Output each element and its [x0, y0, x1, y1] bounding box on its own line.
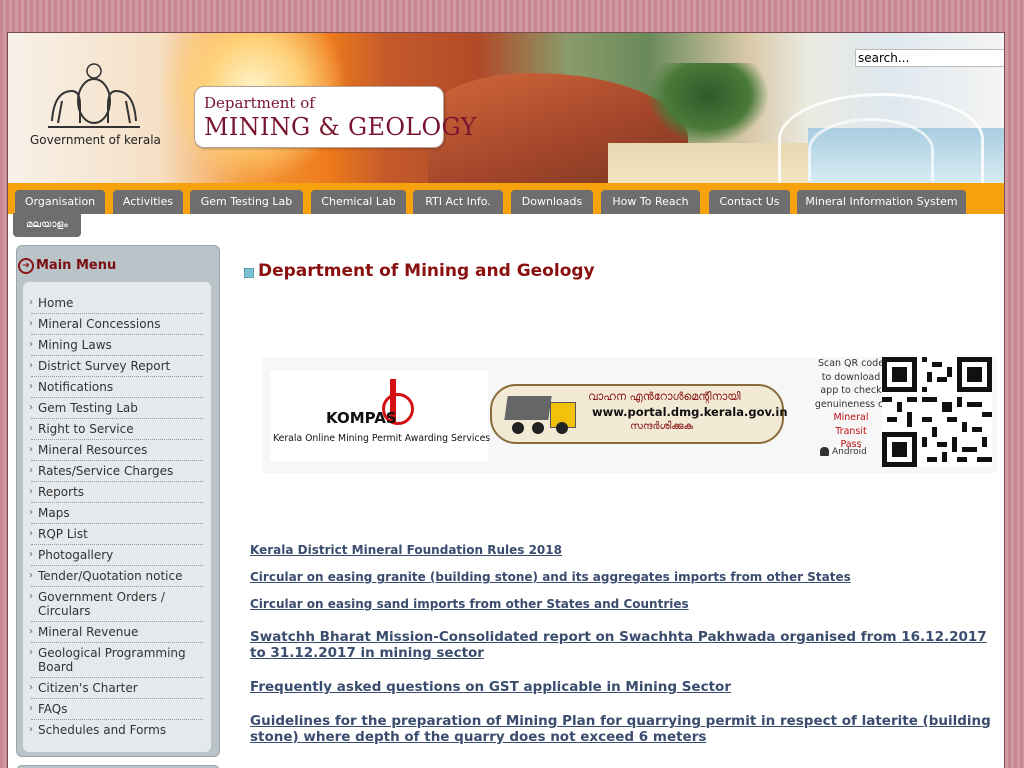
bullet-icon: ›	[29, 703, 33, 714]
bullet-icon: ›	[29, 360, 33, 371]
qr-code-icon[interactable]	[882, 357, 992, 467]
swirl-decoration-2	[808, 118, 934, 181]
truck-wheel	[556, 422, 568, 434]
bullet-icon: ›	[29, 297, 33, 308]
palm-graphic	[648, 63, 768, 143]
bullet-icon: ›	[29, 486, 33, 497]
sidebar-item-maps[interactable]: › Maps	[29, 506, 203, 524]
truck-wheel	[512, 422, 524, 434]
tab-gem-testing-lab[interactable]: Gem Testing Lab	[190, 190, 303, 214]
link-mining-plan-guidelines[interactable]: Guidelines for the preparation of Mining…	[250, 713, 1000, 745]
android-label: Android	[832, 447, 867, 457]
sidebar-item-mineral-concessions[interactable]: › Mineral Concessions	[29, 317, 203, 335]
bullet-icon: ›	[29, 549, 33, 560]
page-container: Government of kerala Department of MININ…	[7, 32, 1005, 768]
vehicle-enrolment-banner[interactable]: വാഹന എൻറോൾമെന്റിനായി www.portal.dmg.kera…	[490, 384, 788, 444]
sidebar-item-notifications[interactable]: › Notifications	[29, 380, 203, 398]
bullet-icon: ›	[29, 647, 33, 658]
sidebar-item-gem-testing-lab[interactable]: › Gem Testing Lab	[29, 401, 203, 419]
tab-organisation[interactable]: Organisation	[15, 190, 105, 214]
kerala-emblem-icon	[48, 63, 140, 128]
bullet-icon: ›	[29, 381, 33, 392]
bullet-icon: ›	[29, 570, 33, 581]
arrow-circle-icon: ➜	[18, 258, 34, 274]
bullet-icon: ›	[29, 318, 33, 329]
header-banner: Government of kerala Department of MININ…	[8, 33, 1004, 183]
title-bullet-icon	[244, 268, 254, 278]
link-circular-granite[interactable]: Circular on easing granite (building sto…	[250, 570, 851, 584]
tab-downloads[interactable]: Downloads	[511, 190, 593, 214]
vehicle-enrolment-visit: സന്ദർശിക്കുക	[630, 421, 694, 432]
link-gst-faq[interactable]: Frequently asked questions on GST applic…	[250, 679, 1000, 695]
government-label: Government of kerala	[30, 133, 161, 147]
sidebar-item-district-survey-report[interactable]: › District Survey Report	[29, 359, 203, 377]
sidebar-item-rates-service-charges[interactable]: › Rates/Service Charges	[29, 464, 203, 482]
sidebar-item-mining-laws[interactable]: › Mining Laws	[29, 338, 203, 356]
department-logo-line1: Department of	[204, 94, 315, 112]
truck-wheel	[532, 422, 544, 434]
sidebar-item-rqp-list[interactable]: › RQP List	[29, 527, 203, 545]
sidebar-item-faqs[interactable]: › FAQs	[29, 702, 203, 720]
main-menu-title: ➜ Main Menu	[18, 258, 117, 274]
bullet-icon: ›	[29, 339, 33, 350]
bullet-icon: ›	[29, 423, 33, 434]
bullet-icon: ›	[29, 682, 33, 693]
tab-rti-act-info[interactable]: RTI Act Info.	[413, 190, 503, 214]
bullet-icon: ›	[29, 626, 33, 637]
search-input[interactable]	[855, 49, 1004, 67]
bullet-icon: ›	[29, 444, 33, 455]
tab-contact-us[interactable]: Contact Us	[709, 190, 790, 214]
sidebar-item-government-orders[interactable]: › Government Orders / Circulars	[29, 590, 203, 622]
main-menu-title-text: Main Menu	[36, 258, 117, 273]
sidebar-item-right-to-service[interactable]: › Right to Service	[29, 422, 203, 440]
sidebar-item-citizens-charter[interactable]: › Citizen's Charter	[29, 681, 203, 699]
bullet-icon: ›	[29, 507, 33, 518]
kompas-banner[interactable]: KOMPAS Kerala Online Mining Permit Award…	[262, 357, 997, 473]
android-icon	[820, 447, 829, 456]
bullet-icon: ›	[29, 591, 33, 602]
truck-icon	[504, 392, 576, 434]
main-menu-sidebar: ➜ Main Menu › Home › Mineral Concessions ›…	[16, 245, 220, 757]
link-kdmf-rules[interactable]: Kerala District Mineral Foundation Rules…	[250, 543, 562, 557]
bullet-icon: ›	[29, 465, 33, 476]
vehicle-enrolment-text: വാഹന എൻറോൾമെന്റിനായി	[588, 390, 741, 403]
kompas-subtitle: Kerala Online Mining Permit Awarding Ser…	[273, 433, 491, 444]
tab-activities[interactable]: Activities	[113, 190, 183, 214]
tab-malayalam[interactable]: മലയാളം	[13, 213, 81, 237]
department-logo-line2: MINING & GEOLOGY	[204, 113, 477, 141]
sidebar-item-geological-programming-board[interactable]: › Geological Programming Board	[29, 646, 203, 678]
bullet-icon: ›	[29, 528, 33, 539]
bullet-icon: ›	[29, 724, 33, 735]
sidebar-item-mineral-resources[interactable]: › Mineral Resources	[29, 443, 203, 461]
department-logo[interactable]: Department of MINING & GEOLOGY	[194, 86, 476, 148]
truck-bed	[504, 396, 552, 420]
sidebar-item-schedules-forms[interactable]: › Schedules and Forms	[29, 723, 203, 740]
sidebar-item-tender-quotation[interactable]: › Tender/Quotation notice	[29, 569, 203, 587]
tab-mineral-information-system[interactable]: Mineral Information System	[797, 190, 966, 214]
sidebar-item-reports[interactable]: › Reports	[29, 485, 203, 503]
android-badge: Android	[820, 447, 867, 457]
sidebar-item-mineral-revenue[interactable]: › Mineral Revenue	[29, 625, 203, 643]
bullet-icon: ›	[29, 402, 33, 413]
main-menu-list: › Home › Mineral Concessions › Mining Laws …	[23, 282, 211, 752]
sidebar-item-home[interactable]: › Home	[29, 296, 203, 314]
link-circular-sand[interactable]: Circular on easing sand imports from oth…	[250, 597, 689, 611]
vehicle-enrolment-url: www.portal.dmg.kerala.gov.in	[592, 405, 788, 419]
page-title: Department of Mining and Geology	[258, 261, 595, 281]
kompas-name: KOMPAS	[326, 409, 397, 427]
link-swachh-bharat[interactable]: Swatchh Bharat Mission-Consolidated repo…	[250, 629, 1000, 661]
tab-how-to-reach[interactable]: How To Reach	[601, 190, 700, 214]
kompas-logo: KOMPAS Kerala Online Mining Permit Award…	[270, 371, 491, 461]
tab-chemical-lab[interactable]: Chemical Lab	[311, 190, 406, 214]
sidebar-item-photogallery[interactable]: › Photogallery	[29, 548, 203, 566]
